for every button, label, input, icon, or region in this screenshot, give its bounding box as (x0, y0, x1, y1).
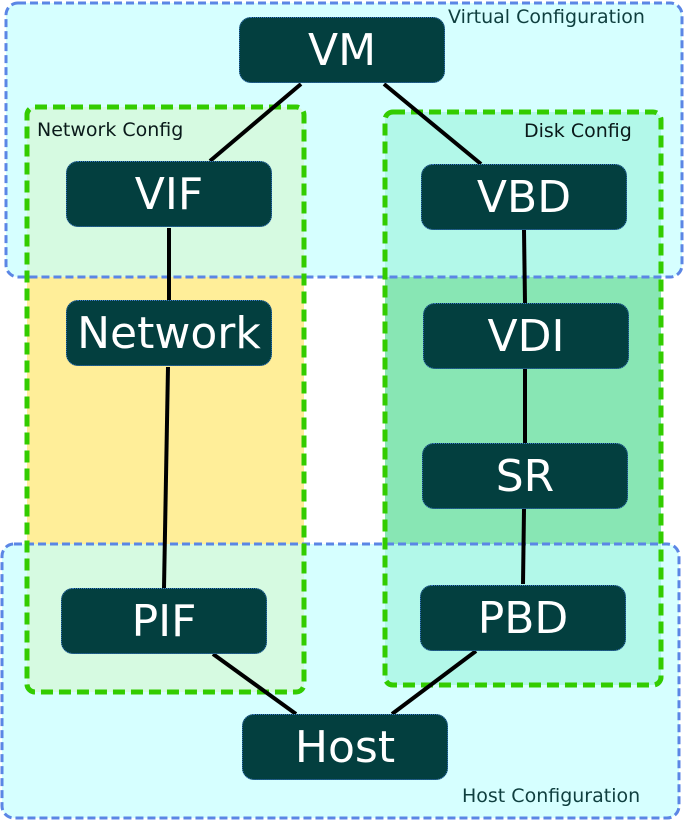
node-vdi[interactable]: VDI (423, 303, 629, 369)
network-config-label: Network Config (37, 119, 184, 141)
node-host[interactable]: Host (242, 714, 448, 780)
edge-vbd-vdi (522, 229, 527, 304)
node-vbd[interactable]: VBD (421, 164, 627, 230)
host-configuration-label: Host Configuration (462, 785, 641, 807)
virtual-configuration-label: Virtual Configuration (448, 6, 645, 28)
node-pif[interactable]: PIF (61, 588, 267, 654)
node-vm[interactable]: VM (239, 17, 445, 83)
edge-sr-pbd (521, 508, 526, 585)
node-pbd[interactable]: PBD (420, 585, 626, 651)
node-sr[interactable]: SR (422, 443, 628, 509)
disk-config-label: Disk Config (524, 120, 632, 142)
node-vif[interactable]: VIF (66, 161, 272, 227)
node-network[interactable]: Network (66, 300, 272, 366)
